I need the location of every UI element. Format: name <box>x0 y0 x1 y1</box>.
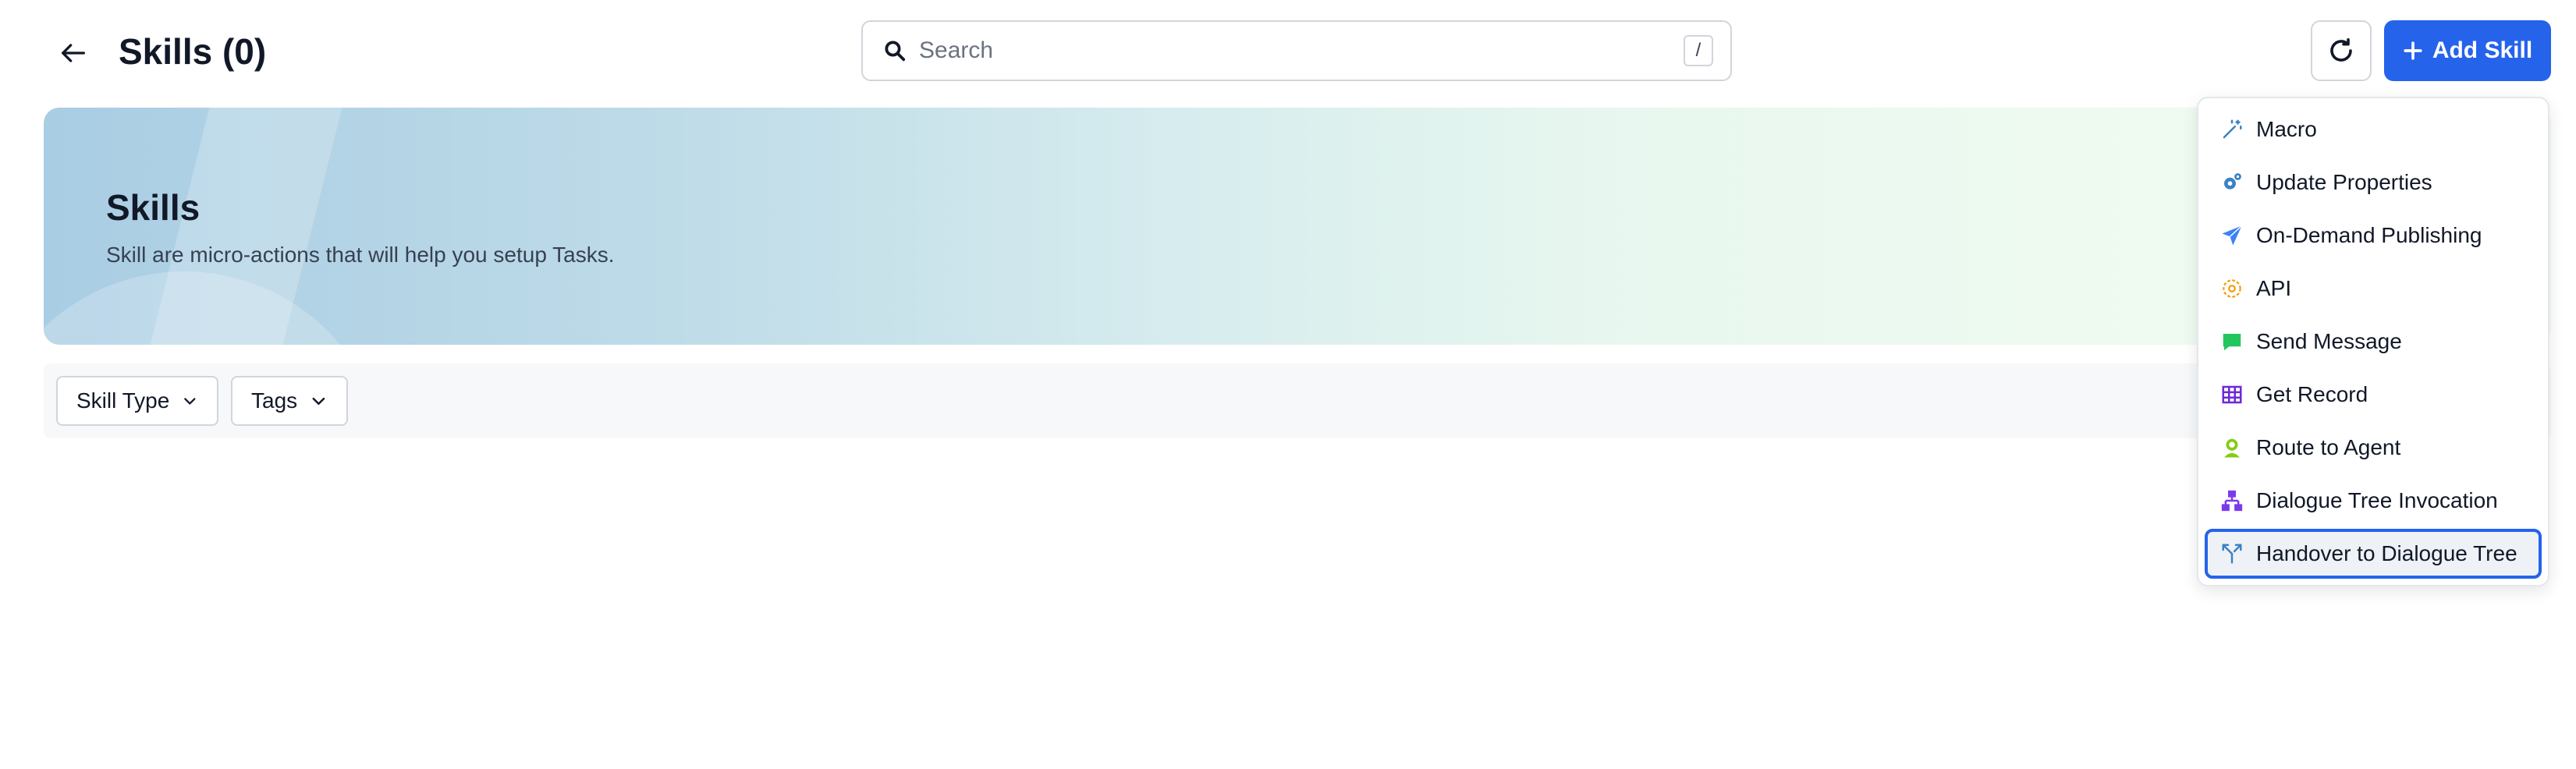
branch-split-icon <box>2220 542 2244 565</box>
menu-item-dialogue-tree-invocation[interactable]: Dialogue Tree Invocation <box>2205 476 2542 526</box>
skills-banner: Skills Skill are micro-actions that will… <box>44 108 2551 345</box>
add-skill-button[interactable]: Add Skill <box>2384 20 2551 81</box>
banner-decoration-circle <box>44 271 387 345</box>
skills-page: Skills (0) / Add Skill Skills Skill are … <box>0 0 2576 769</box>
menu-item-send-message[interactable]: Send Message <box>2205 317 2542 367</box>
magic-wand-icon <box>2220 118 2244 141</box>
menu-item-label: Route to Agent <box>2256 435 2401 459</box>
skill-type-filter-label: Skill Type <box>76 388 170 413</box>
message-bubble-icon <box>2220 330 2244 353</box>
menu-item-label: On-Demand Publishing <box>2256 223 2482 247</box>
skill-type-filter[interactable]: Skill Type <box>56 376 218 426</box>
menu-item-label: Get Record <box>2256 382 2368 406</box>
search-box[interactable]: / <box>861 20 1732 81</box>
menu-item-update-properties[interactable]: Update Properties <box>2205 158 2542 207</box>
menu-item-get-record[interactable]: Get Record <box>2205 370 2542 420</box>
chevron-down-icon <box>184 398 196 405</box>
plus-icon <box>2404 41 2422 60</box>
add-skill-menu: Macro Update Properties On-Demand Publis… <box>2197 97 2549 586</box>
refresh-icon <box>2330 37 2352 62</box>
menu-item-label: Dialogue Tree Invocation <box>2256 488 2498 512</box>
back-button[interactable] <box>51 31 95 75</box>
search-input[interactable] <box>917 27 1684 75</box>
filter-bar: Skill Type Tags <box>44 363 2551 438</box>
menu-item-handover-to-dialogue-tree[interactable]: Handover to Dialogue Tree <box>2205 529 2542 579</box>
menu-item-label: API <box>2256 276 2292 300</box>
gears-icon <box>2220 171 2244 194</box>
menu-item-route-to-agent[interactable]: Route to Agent <box>2205 423 2542 473</box>
table-grid-icon <box>2220 383 2244 406</box>
add-skill-label: Add Skill <box>2432 37 2533 63</box>
agent-icon <box>2220 436 2244 459</box>
api-gear-icon <box>2220 277 2244 300</box>
banner-subtitle: Skill are micro-actions that will help y… <box>106 243 615 267</box>
menu-item-api[interactable]: API <box>2205 264 2542 314</box>
menu-item-label: Macro <box>2256 117 2317 141</box>
menu-item-label: Send Message <box>2256 329 2402 353</box>
banner-title: Skills <box>106 187 200 228</box>
menu-item-on-demand-publishing[interactable]: On-Demand Publishing <box>2205 211 2542 260</box>
menu-item-label: Handover to Dialogue Tree <box>2256 541 2517 565</box>
paper-plane-icon <box>2220 224 2244 247</box>
chevron-down-icon <box>312 397 325 406</box>
refresh-button[interactable] <box>2311 20 2372 81</box>
menu-item-label: Update Properties <box>2256 170 2432 194</box>
arrow-left-icon <box>62 44 86 62</box>
tags-filter[interactable]: Tags <box>231 376 348 426</box>
hierarchy-icon <box>2220 489 2244 512</box>
page-title: Skills (0) <box>119 31 267 72</box>
menu-item-macro[interactable]: Macro <box>2205 105 2542 154</box>
tags-filter-label: Tags <box>251 388 298 413</box>
search-icon <box>885 41 906 62</box>
search-shortcut-hint: / <box>1684 35 1713 66</box>
